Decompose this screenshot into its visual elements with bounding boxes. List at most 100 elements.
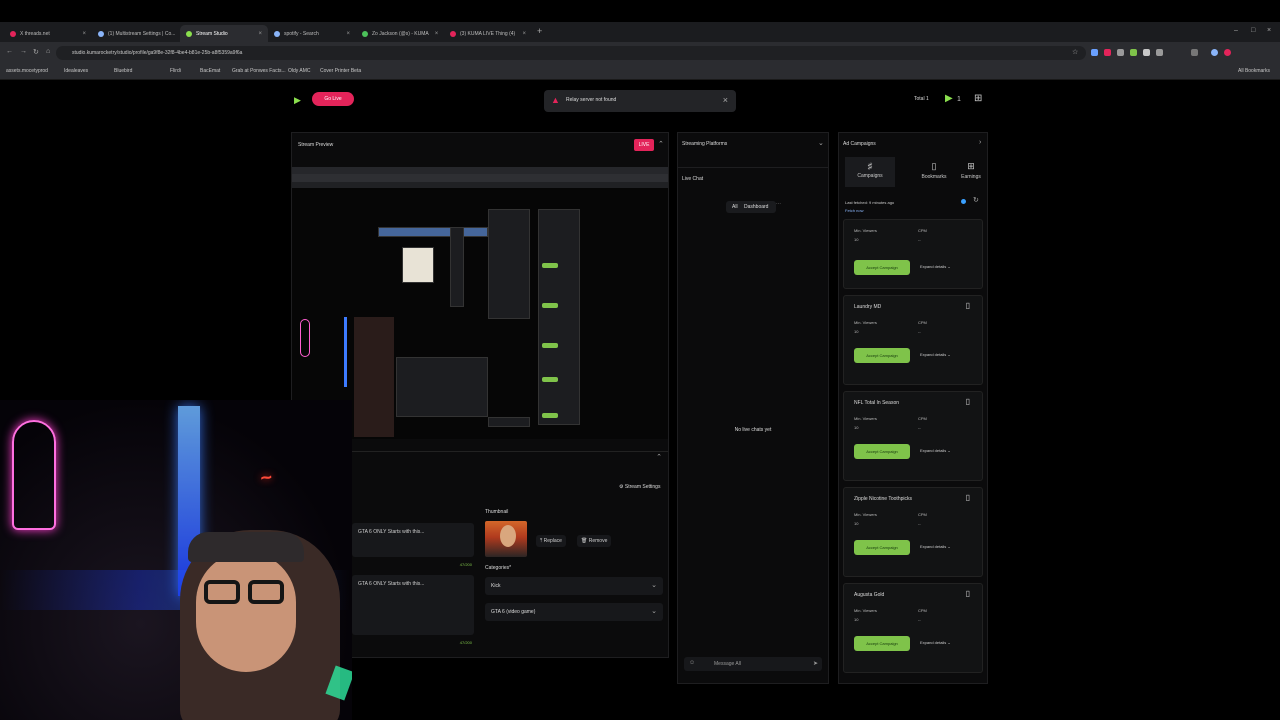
- close-icon[interactable]: ×: [340, 31, 350, 37]
- sidebar-icon[interactable]: [1191, 49, 1198, 56]
- streamer-beanie: [188, 532, 304, 562]
- accept-campaign-button[interactable]: Accept Campaign: [854, 444, 910, 459]
- close-icon[interactable]: ×: [76, 31, 86, 37]
- extension-icon[interactable]: [1130, 49, 1137, 56]
- bookmark-item[interactable]: Idealeaves: [64, 68, 88, 74]
- grid-icon[interactable]: ⊞: [974, 93, 982, 104]
- campaign-card: NFL Total In Season ▯ Min. Viewers 10 CP…: [843, 391, 983, 481]
- tab-favicon: [98, 30, 104, 37]
- go-live-button[interactable]: Go Live: [312, 92, 354, 106]
- extension-icon[interactable]: [1156, 49, 1163, 56]
- browser-tab-active[interactable]: Stream Studio ×: [180, 25, 268, 42]
- grid-icon: ⊞: [967, 161, 975, 171]
- preview-element: [450, 227, 464, 307]
- expand-details-button[interactable]: Expand details ⌄: [920, 352, 951, 357]
- profile-avatar[interactable]: [1211, 49, 1218, 56]
- chevron-up-icon[interactable]: ⌃: [656, 453, 662, 461]
- description-input[interactable]: GTA 6 ONLY Starts with this... 47/200: [352, 575, 474, 645]
- profile-avatar[interactable]: [1224, 49, 1231, 56]
- glasses-lens: [248, 580, 284, 604]
- chevron-up-icon[interactable]: ⌃: [658, 140, 664, 148]
- all-bookmarks[interactable]: All Bookmarks: [1238, 68, 1270, 74]
- browser-tab[interactable]: (1) Multistream Settings | Co...×: [92, 25, 180, 42]
- preview-element: [488, 417, 530, 427]
- extension-icon[interactable]: [1143, 49, 1150, 56]
- expand-details-button[interactable]: Expand details ⌄: [920, 448, 951, 453]
- category-select[interactable]: GTA 6 (video game) ⌄: [485, 603, 663, 621]
- bookmark-icon[interactable]: ▯: [966, 397, 970, 406]
- play-icon[interactable]: ▶: [945, 93, 953, 104]
- bookmark-icon[interactable]: ▯: [966, 301, 970, 310]
- bookmark-icon[interactable]: ▯: [966, 589, 970, 598]
- browser-tab[interactable]: (3) KUMA LIVE Thing (4) ×: [444, 25, 532, 42]
- category-select[interactable]: Kick ⌄: [485, 577, 663, 595]
- close-icon[interactable]: ×: [723, 95, 728, 105]
- home-icon[interactable]: ⌂: [46, 48, 50, 55]
- browser-tab-bar: X threads.net × (1) Multistream Settings …: [0, 22, 1280, 42]
- preview-element: [488, 209, 530, 319]
- bookmark-item[interactable]: Flirdi: [170, 68, 181, 74]
- collapse-row[interactable]: ⌃: [352, 451, 668, 465]
- send-icon[interactable]: ➤: [813, 660, 818, 667]
- browser-toolbar: ← → ↻ ⌂ studio.kumarocketry/studio/profi…: [0, 42, 1280, 64]
- star-icon[interactable]: ☆: [1072, 48, 1078, 56]
- address-bar[interactable]: studio.kumarocketry/studio/profile/ga9f8…: [56, 46, 1086, 60]
- play-icon[interactable]: ▶: [294, 95, 301, 106]
- bookmark-icon[interactable]: ▯: [966, 493, 970, 502]
- tab-label: Stream Studio: [196, 30, 228, 37]
- megaphone-icon: ♯: [867, 161, 873, 171]
- campaign-name: Zipple Nicotine Toothpicks: [854, 496, 912, 502]
- browser-tab[interactable]: Zo Jackson (@s) - KUMA ×: [356, 25, 444, 42]
- browser-tab[interactable]: X threads.net ×: [4, 25, 92, 42]
- remove-button[interactable]: 🗑 Remove: [577, 535, 612, 547]
- chevron-right-icon[interactable]: ›: [979, 139, 981, 146]
- bookmark-item[interactable]: Cover Printer Beta: [320, 68, 361, 74]
- close-icon[interactable]: ×: [429, 31, 439, 37]
- bookmark-item[interactable]: Grab at Ponwes Facts...: [232, 68, 286, 74]
- tab-campaigns[interactable]: ♯ Campaigns: [850, 161, 890, 179]
- close-icon[interactable]: ×: [516, 31, 526, 37]
- maximize-icon[interactable]: □: [1251, 27, 1255, 34]
- expand-details-button[interactable]: Expand details ⌄: [920, 544, 951, 549]
- back-icon[interactable]: ←: [6, 48, 13, 55]
- fetch-now-link[interactable]: Fetch now: [845, 207, 894, 215]
- expand-details-button[interactable]: Expand details ⌄: [920, 640, 951, 645]
- message-input[interactable]: ☺ Message All ➤: [684, 657, 822, 671]
- bookmark-item[interactable]: BacEmat: [200, 68, 220, 74]
- close-window-icon[interactable]: ×: [1267, 27, 1271, 34]
- tab-bookmarks[interactable]: ▯ Bookmarks: [914, 161, 954, 180]
- minimize-icon[interactable]: –: [1234, 27, 1238, 34]
- chevron-down-icon[interactable]: ⌄: [818, 139, 824, 147]
- expand-details-button[interactable]: Expand details ⌄: [920, 264, 951, 269]
- refresh-icon[interactable]: ↻: [973, 196, 979, 204]
- accept-campaign-button[interactable]: Accept Campaign: [854, 260, 910, 275]
- more-icon[interactable]: ⋯: [776, 201, 781, 207]
- accept-campaign-button[interactable]: Accept Campaign: [854, 540, 910, 555]
- browser-tab[interactable]: spotify - Search ×: [268, 25, 356, 42]
- new-tab-icon[interactable]: +: [537, 26, 542, 36]
- title-input[interactable]: GTA 6 ONLY Starts with this... 47/200: [352, 523, 474, 567]
- chat-filter[interactable]: All Dashboard: [726, 201, 776, 213]
- extension-icon[interactable]: [1091, 49, 1098, 56]
- close-icon[interactable]: ×: [252, 31, 262, 37]
- accept-campaign-button[interactable]: Accept Campaign: [854, 636, 910, 651]
- preview-element: [378, 227, 488, 237]
- emoji-icon[interactable]: ☺: [689, 660, 695, 666]
- tab-favicon: [362, 30, 368, 37]
- extension-icon[interactable]: [1104, 49, 1111, 56]
- forward-icon[interactable]: →: [20, 48, 27, 55]
- thumbnail-image: [485, 521, 527, 557]
- status-dot: [961, 199, 966, 204]
- stream-settings-button[interactable]: ⚙ Stream Settings: [619, 484, 660, 490]
- preview-element: [542, 377, 558, 382]
- tab-favicon: [274, 30, 280, 37]
- bookmark-item[interactable]: assets.mocetyprod: [6, 68, 48, 74]
- streamer-face: [196, 552, 296, 672]
- tab-earnings[interactable]: ⊞ Earnings: [957, 161, 985, 180]
- extension-icon[interactable]: [1117, 49, 1124, 56]
- bookmark-item[interactable]: Bluebird: [114, 68, 132, 74]
- bookmark-item[interactable]: Oldy AMC: [288, 68, 311, 74]
- accept-campaign-button[interactable]: Accept Campaign: [854, 348, 910, 363]
- reload-icon[interactable]: ↻: [33, 48, 39, 56]
- replace-button[interactable]: ⤒ Replace: [536, 535, 566, 547]
